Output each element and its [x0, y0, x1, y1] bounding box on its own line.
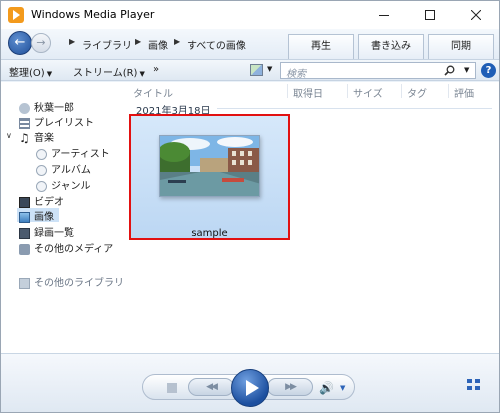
column-header-rating[interactable]: 評価 — [454, 85, 474, 100]
sidebar-item-recorded-tv[interactable]: 録画一覧 — [19, 224, 74, 239]
sidebar-item-label: その他のライブラリ — [34, 278, 124, 289]
back-arrow-icon: ← — [14, 35, 26, 50]
next-button[interactable]: ▶▶ — [267, 378, 313, 396]
sidebar-item-label: 音楽 — [34, 133, 54, 144]
minimize-icon — [379, 15, 389, 16]
picture-tile[interactable]: sample — [129, 114, 290, 240]
help-icon[interactable]: ? — [481, 63, 496, 78]
more-commands-button[interactable]: » — [153, 64, 159, 75]
tab-play[interactable]: 再生 — [288, 34, 354, 59]
music-icon: ♫ — [19, 130, 30, 145]
close-button[interactable] — [453, 1, 499, 29]
forward-button[interactable]: → — [31, 33, 51, 53]
user-icon — [19, 102, 30, 114]
column-divider — [401, 84, 402, 98]
app-logo-icon — [8, 7, 24, 23]
column-header-date-taken[interactable]: 取得日 — [293, 85, 323, 100]
volume-icon[interactable]: 🔊 — [319, 381, 334, 395]
navigation-bar: ← → ▶ ライブラリ ▶ 画像 ▶ すべての画像 再生 書き込み 同期 — [1, 29, 499, 59]
breadcrumb-separator-icon: ▶ — [69, 37, 76, 46]
breadcrumb-library[interactable]: ライブラリ — [82, 37, 132, 52]
window-title: Windows Media Player — [31, 8, 155, 21]
search-icon[interactable] — [444, 65, 455, 76]
tab-burn[interactable]: 書き込み — [358, 34, 424, 59]
view-options-chevron-icon[interactable]: ▼ — [267, 65, 272, 73]
play-button[interactable] — [231, 369, 269, 407]
forward-arrow-icon: → — [36, 36, 46, 49]
sidebar-item-video[interactable]: ビデオ — [19, 193, 64, 208]
column-header-title[interactable]: タイトル — [133, 85, 173, 100]
tab-sync[interactable]: 同期 — [428, 34, 494, 59]
organize-label: 整理(O) — [9, 68, 45, 79]
minimize-button[interactable] — [361, 1, 407, 29]
other-media-icon — [19, 243, 30, 255]
sidebar-item-other-media[interactable]: その他のメディア — [19, 240, 114, 255]
recorded-tv-icon — [19, 227, 30, 239]
navigation-pane: 秋葉一郎 プレイリスト ∨ ♫ 音楽 アーティスト アルバム ジャンル ビデオ 画… — [1, 82, 127, 353]
sidebar-item-label: 録画一覧 — [34, 228, 74, 239]
stream-label: ストリーム(R) — [73, 68, 138, 79]
sidebar-item-label: 秋葉一郎 — [34, 103, 74, 114]
album-icon — [36, 164, 47, 176]
switch-to-now-playing-icon[interactable] — [467, 379, 481, 391]
picture-icon — [19, 211, 30, 223]
sidebar-item-label: 画像 — [34, 212, 54, 223]
artist-icon — [36, 148, 47, 160]
media-player-window: Windows Media Player ← → ▶ ライブラリ ▶ 画像 ▶ … — [0, 0, 500, 413]
volume-chevron-icon[interactable]: ▼ — [340, 384, 345, 392]
sidebar-item-genre[interactable]: ジャンル — [36, 177, 91, 192]
search-options-chevron-icon[interactable]: ▼ — [464, 66, 469, 74]
video-icon — [19, 196, 30, 208]
column-header-size[interactable]: サイズ — [353, 85, 383, 100]
playlist-icon — [19, 117, 30, 129]
chevron-down-icon: ▼ — [46, 70, 53, 78]
view-options-icon[interactable] — [250, 64, 263, 76]
search-box[interactable]: 検索 ▼ — [280, 62, 476, 80]
column-divider — [448, 84, 449, 98]
canal-photo — [160, 136, 259, 196]
content-pane: タイトル 取得日 サイズ タグ 評価 2021年3月18日 sample — [127, 82, 499, 353]
date-group-divider — [217, 108, 492, 109]
search-input[interactable]: 検索 — [286, 65, 306, 80]
sidebar-item-label: アーティスト — [51, 149, 110, 160]
previous-button[interactable]: ◀◀ — [188, 378, 234, 396]
picture-thumbnail — [159, 135, 260, 197]
column-header-tags[interactable]: タグ — [407, 85, 427, 100]
maximize-button[interactable] — [407, 1, 453, 29]
sidebar-item-user[interactable]: 秋葉一郎 — [19, 99, 74, 114]
breadcrumb-separator-icon: ▶ — [174, 37, 181, 46]
other-libraries-icon — [19, 277, 30, 289]
sidebar-item-artist[interactable]: アーティスト — [36, 145, 110, 160]
playback-controls: ◀◀ ▶▶ 🔊 ▼ — [1, 353, 499, 412]
sidebar-item-label: ジャンル — [51, 181, 91, 192]
genre-icon — [36, 180, 47, 192]
expand-chevron-icon[interactable]: ∨ — [6, 131, 12, 140]
column-divider — [287, 84, 288, 98]
sidebar-item-music[interactable]: ♫ 音楽 — [19, 129, 54, 145]
toolbar: 整理(O) ▼ ストリーム(R) ▼ » ▼ 検索 ▼ ? — [1, 59, 499, 81]
close-icon — [470, 9, 482, 21]
sidebar-item-playlists[interactable]: プレイリスト — [19, 114, 94, 129]
title-bar: Windows Media Player — [1, 1, 499, 29]
sidebar-item-label: ビデオ — [34, 197, 64, 208]
sidebar-item-pictures[interactable]: 画像 — [17, 208, 59, 223]
stream-menu[interactable]: ストリーム(R) ▼ — [73, 64, 145, 79]
breadcrumb-separator-icon: ▶ — [135, 37, 142, 46]
maximize-icon — [425, 10, 435, 20]
column-divider — [347, 84, 348, 98]
chevron-down-icon: ▼ — [139, 70, 145, 78]
sidebar-item-label: プレイリスト — [34, 118, 94, 129]
organize-menu[interactable]: 整理(O) ▼ — [9, 64, 52, 79]
picture-caption: sample — [191, 228, 228, 239]
stop-icon[interactable] — [167, 383, 177, 393]
sidebar-item-other-libraries[interactable]: その他のライブラリ — [19, 274, 124, 289]
sidebar-item-label: アルバム — [51, 165, 91, 176]
breadcrumb-pictures[interactable]: 画像 — [148, 37, 168, 52]
back-button[interactable]: ← — [8, 31, 32, 55]
sidebar-item-label: その他のメディア — [34, 244, 114, 255]
breadcrumb-all-pictures[interactable]: すべての画像 — [187, 37, 246, 52]
sidebar-item-album[interactable]: アルバム — [36, 161, 91, 176]
